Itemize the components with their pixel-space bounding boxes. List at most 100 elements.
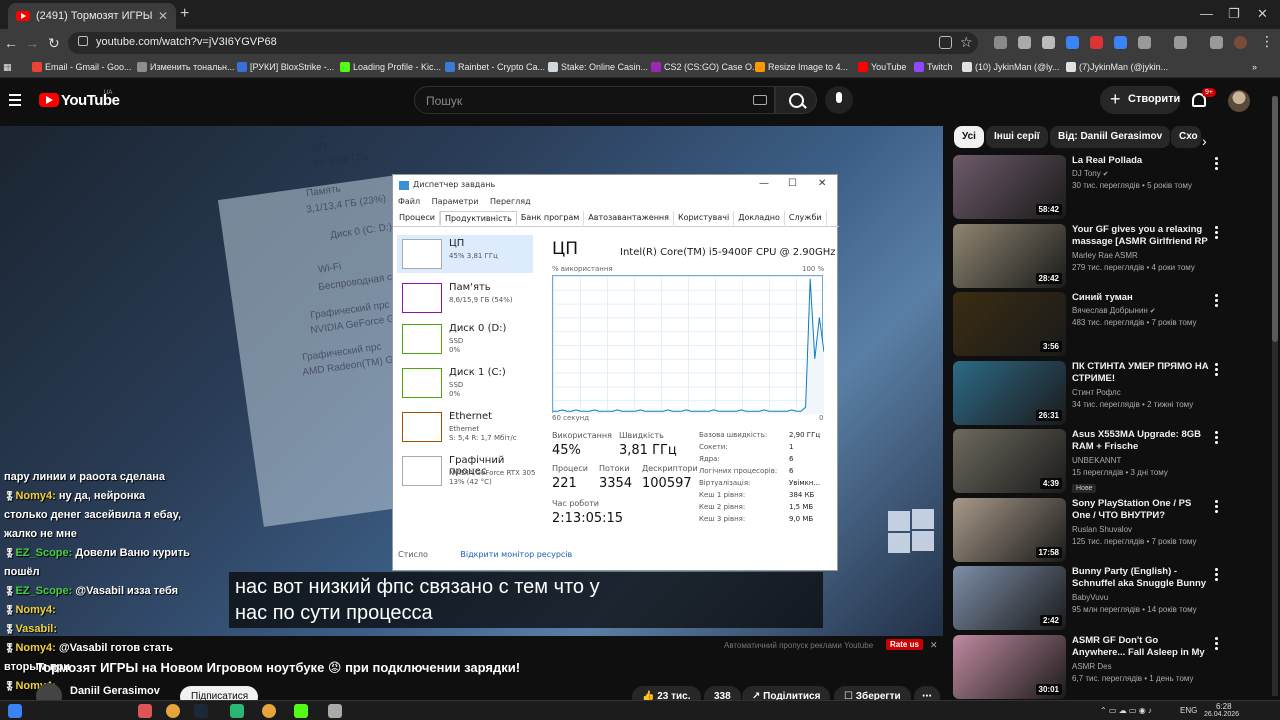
tm-minimize-icon[interactable]: — <box>759 178 769 189</box>
tm-close-icon[interactable]: ✕ <box>818 178 826 189</box>
tm-menu-file[interactable]: Файл <box>398 197 420 206</box>
address-bar[interactable]: youtube.com/watch?v=jV3I6YGVP68 <box>68 32 978 54</box>
recommendation-channel[interactable]: ASMR Des <box>1072 662 1112 671</box>
rate-us-button[interactable]: Rate us <box>886 639 923 650</box>
bookmark-rainbet[interactable]: Rainbet - Crypto Ca... <box>445 62 545 72</box>
recommendation-item[interactable]: 30:01 ASMR GF Don't Go Anywhere... Fall A… <box>953 634 1265 701</box>
taskbar-green-app-icon[interactable] <box>230 704 244 718</box>
vpn-extension-icon[interactable] <box>1066 36 1079 49</box>
more-options-icon[interactable] <box>1215 431 1218 446</box>
back-icon[interactable]: ← <box>4 35 18 51</box>
hamburger-menu-icon[interactable] <box>9 94 21 109</box>
adblock-extension-icon[interactable] <box>1090 36 1103 49</box>
recommendation-title[interactable]: La Real Pollada <box>1072 155 1210 167</box>
recommendation-title[interactable]: Your GF gives you a relaxing massage [AS… <box>1072 224 1210 249</box>
recommendation-item[interactable]: 3:56 Синий туман Вячеслав Добрынин ✔ 483 ти… <box>953 292 1265 358</box>
tm-menu-view[interactable]: Перегляд <box>490 197 531 206</box>
recommendation-channel[interactable]: DJ Tony ✔ <box>1072 169 1109 178</box>
video-thumbnail[interactable]: 26:31 <box>953 360 1066 425</box>
extension-icon[interactable] <box>994 36 1007 49</box>
recommendation-title[interactable]: Sony PlayStation One / PS One / ЧТО ВНУТ… <box>1072 498 1210 522</box>
recommendation-item[interactable]: 4:39 Asus X553MA Upgrade: 8GB RAM + Frisc… <box>953 429 1265 495</box>
chips-next-chevron-icon[interactable]: › <box>1202 133 1207 149</box>
tm-tab-performance[interactable]: Продуктивність <box>439 211 517 225</box>
tm-side-gpu[interactable]: Графічний процес NVIDIA GeForce RTX 305 … <box>397 452 535 490</box>
recommendation-channel[interactable]: UNBEKANNT <box>1072 456 1121 465</box>
search-button[interactable] <box>775 86 817 114</box>
recommendation-item[interactable]: 26:31 ПК СТИНТА УМЕР ПРЯМО НА СТРИМЕ! Стин… <box>953 360 1265 427</box>
recommendation-item[interactable]: 2:42 Bunny Party (English) - Schnuffel ak… <box>953 566 1265 632</box>
bookmark-stake[interactable]: Stake: Online Casin... <box>548 62 648 72</box>
tm-open-resource-monitor-link[interactable]: Відкрити монітор ресурсів <box>460 550 572 559</box>
keyboard-icon[interactable] <box>753 95 767 105</box>
tm-side-disk0[interactable]: Диск 0 (D:) SSD 0% <box>397 320 533 358</box>
tray-icons[interactable]: ⌃ ▭ ☁ ▭ ◉ ♪ <box>1100 706 1152 715</box>
video-thumbnail[interactable]: 17:58 <box>953 497 1066 562</box>
close-icon[interactable]: ✕ <box>930 640 938 651</box>
minimize-icon[interactable]: — <box>1200 6 1213 21</box>
forward-icon[interactable]: → <box>25 35 39 51</box>
clock-time[interactable]: 6:28 <box>1216 702 1232 711</box>
recommendation-title[interactable]: Синий туман <box>1072 292 1210 304</box>
recommendation-channel[interactable]: Ruslan Shuvalov <box>1072 525 1132 534</box>
puzzle-extensions-icon[interactable] <box>1138 36 1151 49</box>
start-button-icon[interactable] <box>8 704 22 718</box>
new-tab-button[interactable]: + <box>180 5 189 23</box>
recommendation-channel[interactable]: BabyVuvu <box>1072 593 1108 602</box>
chip-all[interactable]: Усі <box>954 126 984 148</box>
youtube-logo-icon[interactable] <box>39 93 59 107</box>
tm-menu-options[interactable]: Параметри <box>432 197 479 206</box>
chrome-icon[interactable] <box>166 704 180 718</box>
bookmark-youtube[interactable]: YouTube <box>858 62 906 72</box>
bookmark-tone[interactable]: Изменить тональн... <box>137 62 235 72</box>
video-thumbnail[interactable]: 28:42 <box>953 223 1066 288</box>
video-thumbnail[interactable]: 4:39 <box>953 429 1066 493</box>
recommendation-channel[interactable]: Marley Rae ASMR <box>1072 251 1138 260</box>
voice-search-mic-icon[interactable] <box>825 86 853 114</box>
chip-from-channel[interactable]: Від: Daniil Gerasimov <box>1050 126 1171 148</box>
more-options-icon[interactable] <box>1215 157 1218 172</box>
translate-extension-icon[interactable] <box>1018 36 1031 49</box>
tm-tab-app-history[interactable]: Банк програм <box>517 211 585 225</box>
reading-list-icon[interactable] <box>1210 36 1223 49</box>
steam-icon[interactable] <box>194 704 208 718</box>
tm-side-ethernet[interactable]: Ethernet Ethernet S: 5,4 R: 1,7 Мбіт/с <box>397 408 533 446</box>
chrome-profile-icon[interactable] <box>262 704 276 718</box>
bookmark-cs2[interactable]: CS2 (CS:GO) Case O... <box>651 62 760 72</box>
account-avatar[interactable] <box>1228 90 1250 112</box>
bookmark-resize[interactable]: Resize Image to 4... <box>755 62 848 72</box>
video-thumbnail[interactable]: 30:01 <box>953 634 1066 699</box>
cast-icon[interactable] <box>939 36 952 49</box>
site-info-icon[interactable] <box>78 36 88 46</box>
language-indicator[interactable]: ENG <box>1180 706 1197 715</box>
more-bookmarks-icon[interactable]: » <box>1252 62 1257 72</box>
bookmark-x[interactable]: (10) JykinMan (@ly... <box>962 62 1060 72</box>
tm-maximize-icon[interactable]: ☐ <box>788 178 797 189</box>
page-scrollbar[interactable] <box>1272 96 1278 696</box>
recommendation-title[interactable]: ПК СТИНТА УМЕР ПРЯМО НА СТРИМЕ! <box>1072 361 1210 385</box>
tm-side-cpu[interactable]: ЦП 45% 3,81 ГГц <box>397 235 533 273</box>
video-thumbnail[interactable]: 3:56 <box>953 292 1066 356</box>
tm-tab-services[interactable]: Служби <box>785 211 827 225</box>
recommendation-title[interactable]: ASMR GF Don't Go Anywhere... Fall Asleep… <box>1072 635 1210 660</box>
video-thumbnail[interactable]: 2:42 <box>953 566 1066 630</box>
more-options-icon[interactable] <box>1215 225 1218 241</box>
tm-side-memory[interactable]: Пам'ять 8,6/15,9 ГБ (54%) <box>397 279 533 317</box>
video-thumbnail[interactable]: 58:42 <box>953 155 1066 219</box>
kick-app-icon[interactable] <box>294 704 308 718</box>
bookmark-kick[interactable]: Loading Profile - Kic... <box>340 62 441 72</box>
recommendation-item[interactable]: 58:42 La Real Pollada DJ Tony ✔ 30 тис. пер… <box>953 155 1265 221</box>
more-options-icon[interactable] <box>1215 362 1218 378</box>
bookmark-star-icon[interactable]: ☆ <box>960 34 973 51</box>
blue-extension-icon[interactable] <box>1114 36 1127 49</box>
shield-extension-icon[interactable] <box>1042 36 1055 49</box>
browser-tab-youtube[interactable]: (2491) Тормозят ИГРЫ на Нов ✕ <box>8 3 176 29</box>
recommendation-channel[interactable]: Вячеслав Добрынин ✔ <box>1072 306 1156 315</box>
profile-avatar-icon[interactable] <box>1234 36 1247 49</box>
bookmark-twitch[interactable]: Twitch <box>914 62 953 72</box>
search-input[interactable]: Пошук <box>414 86 775 114</box>
tm-tab-users[interactable]: Користувачі <box>674 211 735 225</box>
recommendation-item[interactable]: 17:58 Sony PlayStation One / PS One / ЧТО… <box>953 497 1265 564</box>
chip-similar[interactable]: Схо <box>1171 126 1201 148</box>
recommendation-item[interactable]: 28:42 Your GF gives you a relaxing massag… <box>953 223 1265 290</box>
